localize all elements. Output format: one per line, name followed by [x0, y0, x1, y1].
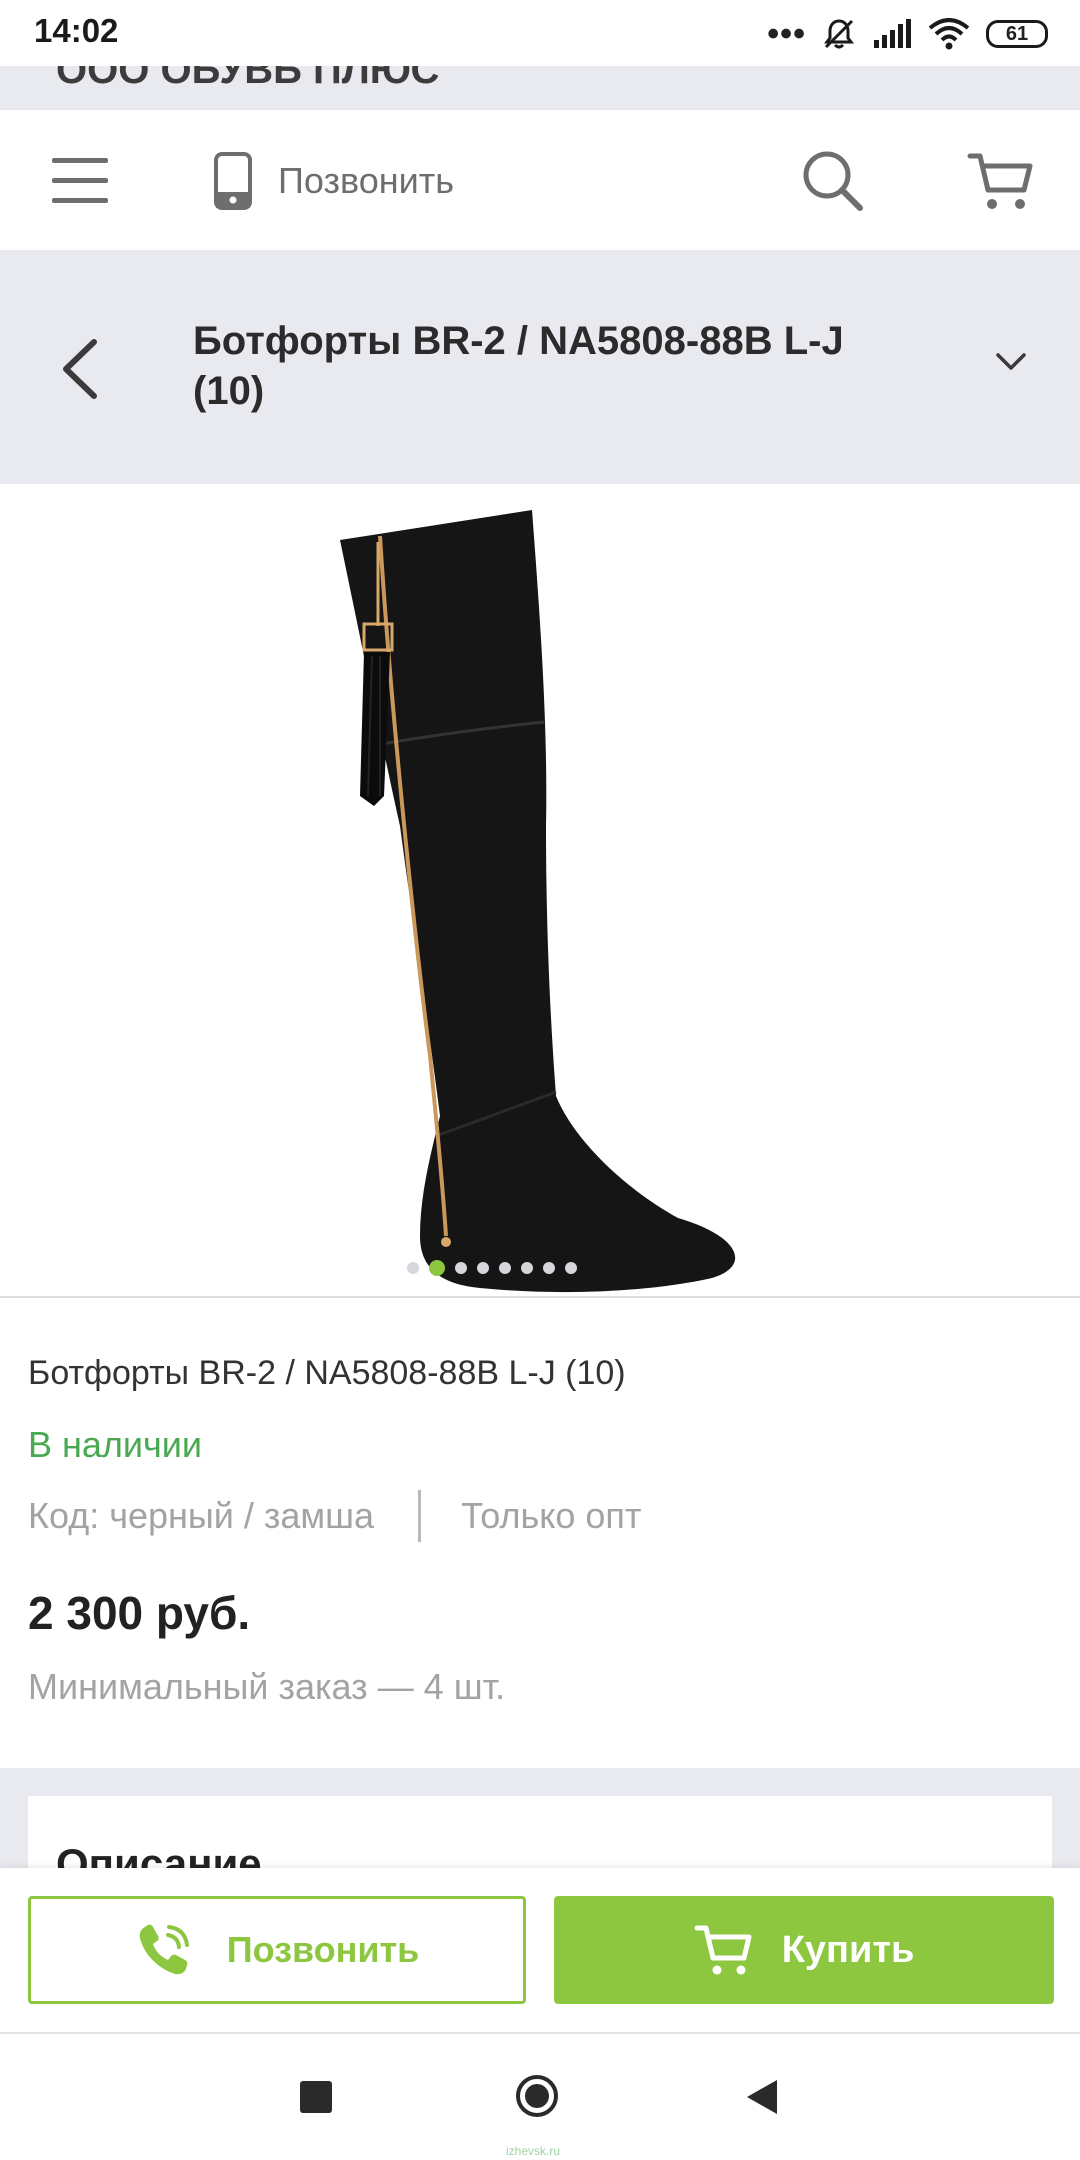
wholesale-note: Только опт [461, 1495, 642, 1536]
search-icon[interactable] [800, 148, 866, 214]
status-icons: ••• 61 [767, 14, 1048, 54]
status-time: 14:02 [34, 12, 119, 49]
shop-name-strip: ООО ОБУВЬ ПЛЮС [0, 66, 1080, 110]
recents-icon[interactable] [300, 2081, 332, 2113]
mute-icon [824, 19, 854, 49]
cart-icon[interactable] [966, 146, 1036, 216]
availability-status: В наличии [28, 1424, 203, 1465]
phone-icon [214, 152, 252, 210]
gallery-dot[interactable] [543, 1262, 555, 1274]
gallery-pagination [0, 1260, 1032, 1276]
gallery-dot[interactable] [455, 1262, 467, 1274]
gallery-dot[interactable] [477, 1262, 489, 1274]
call-button-label: Позвонить [226, 1929, 420, 1970]
wifi-icon [928, 18, 970, 50]
gallery-dot-active[interactable] [429, 1260, 445, 1276]
back-arrow-icon[interactable] [52, 334, 112, 404]
product-name: Ботфорты BR-2 / NA5808-88B L-J (10) [28, 1354, 626, 1392]
gallery-dot[interactable] [499, 1262, 511, 1274]
status-bar: 14:02 ••• 61 [0, 0, 1080, 66]
signal-icon [874, 19, 911, 48]
system-nav-bar: izhevsk.ru [0, 2034, 1080, 2160]
nav-back-icon[interactable] [745, 2078, 779, 2116]
product-image[interactable] [320, 496, 760, 1296]
call-link-label: Позвонить [278, 160, 454, 201]
dots-icon: ••• [767, 15, 806, 53]
cart-icon [694, 1925, 752, 1975]
call-link[interactable]: Позвонить [214, 146, 454, 216]
phone-call-icon [139, 1924, 189, 1975]
battery-icon: 61 [986, 20, 1048, 48]
product-code-row: Код: черный / замша Только опт [28, 1490, 641, 1542]
buy-button-label: Купить [781, 1928, 915, 1971]
gallery-dot[interactable] [407, 1262, 419, 1274]
divider [418, 1490, 422, 1542]
minimum-order: Минимальный заказ — 4 шт. [28, 1666, 506, 1707]
top-header: Позвонить [0, 110, 1080, 250]
home-icon[interactable] [515, 2074, 559, 2118]
gallery-dot[interactable] [521, 1262, 533, 1274]
product-title-bar: Ботфорты BR-2 / NA5808-88B L-J (10) [0, 250, 1080, 484]
watermark: izhevsk.ru [506, 2144, 561, 2158]
product-gallery[interactable] [0, 484, 1080, 1298]
chevron-down-icon[interactable] [994, 344, 1028, 378]
gallery-dot[interactable] [565, 1262, 577, 1274]
page-title: Ботфорты BR-2 / NA5808-88B L-J (10) [193, 319, 844, 413]
product-price: 2 300 руб. [28, 1587, 251, 1639]
product-code: Код: черный / замша [28, 1495, 375, 1536]
menu-icon[interactable] [52, 154, 112, 206]
call-button[interactable]: Позвонить [28, 1896, 526, 2004]
buy-button[interactable]: Купить [554, 1896, 1054, 2004]
shop-name: ООО ОБУВЬ ПЛЮС [56, 66, 440, 92]
action-bar: Позвонить Купить [0, 1868, 1080, 2034]
